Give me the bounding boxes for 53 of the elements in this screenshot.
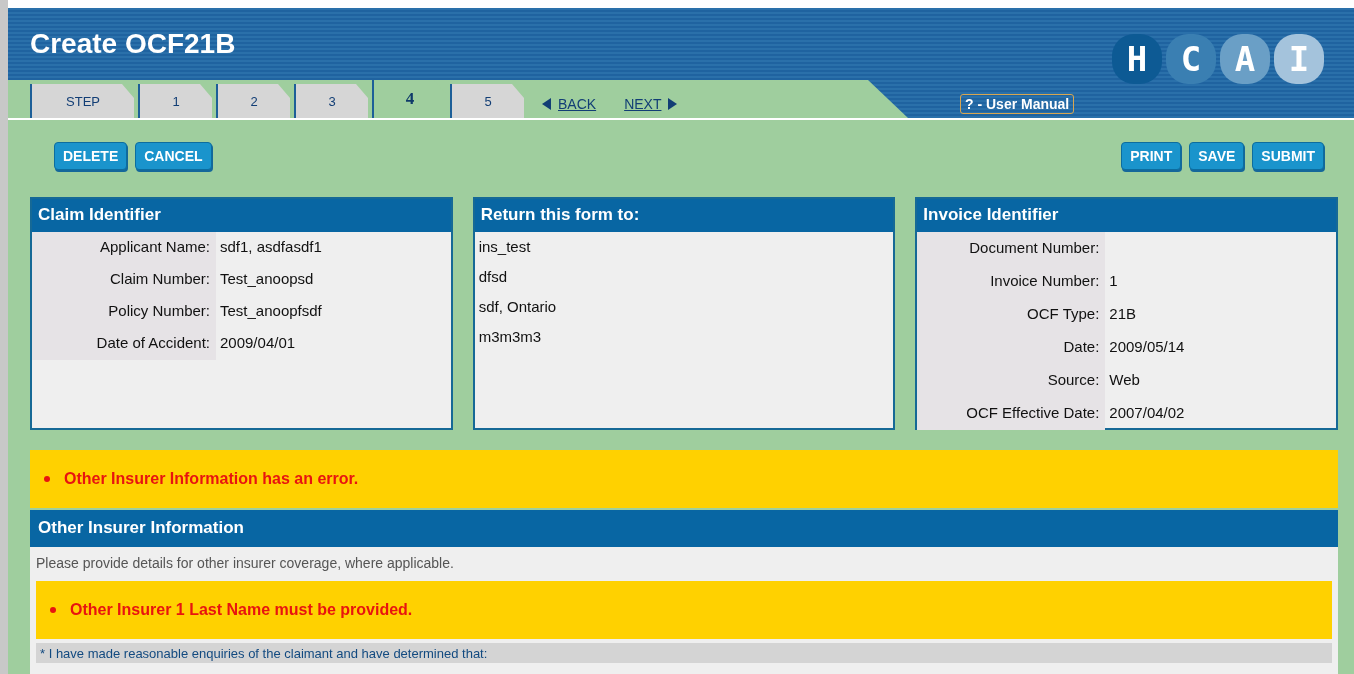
action-button[interactable]: PRINT [1121, 142, 1182, 170]
left-triangle-icon [542, 98, 552, 110]
error-message: Other Insurer Information has an error. [64, 470, 359, 488]
field-label: Policy Number: [32, 296, 216, 328]
error-message: Other Insurer 1 Last Name must be provided. [70, 601, 413, 619]
field-value: 2007/04/02 [1108, 403, 1186, 423]
address-line: sdf, Ontario [478, 297, 558, 317]
address-line: dfsd [478, 267, 509, 287]
field-label: OCF Effective Date: [917, 397, 1106, 430]
next-link[interactable]: NEXT [624, 96, 678, 112]
field-label: OCF Type: [917, 298, 1106, 331]
action-button[interactable]: DELETE [54, 142, 128, 170]
field-label: Applicant Name: [32, 232, 216, 264]
panel-header: Claim Identifier [32, 199, 451, 232]
panel-header: Return this form to: [474, 199, 894, 232]
action-button[interactable]: SAVE [1189, 142, 1245, 170]
logo-letter: A [1220, 34, 1270, 84]
right-triangle-icon [667, 98, 678, 110]
bullet-icon [50, 607, 56, 613]
page-title: Create OCF21B [30, 28, 236, 60]
field-value: 2009/04/01 [219, 333, 297, 353]
step-tab[interactable]: 1 [138, 84, 212, 118]
step-tab[interactable]: 3 [294, 84, 368, 118]
logo-letter: C [1166, 34, 1216, 84]
field-value: Test_anoopsd [219, 269, 315, 289]
action-button[interactable]: CANCEL [135, 142, 212, 170]
field-value: sdf1, asdfasdf1 [219, 237, 323, 257]
field-label: Date: [917, 331, 1106, 364]
step-tab[interactable]: STEP [30, 84, 134, 118]
field-value: Web [1108, 370, 1141, 390]
step-tab[interactable]: 5 [450, 84, 524, 118]
field-label: Document Number: [917, 232, 1106, 265]
field-value: 1 [1108, 271, 1119, 291]
field-value: 21B [1108, 304, 1138, 324]
address-line: m3m3m3 [478, 327, 543, 347]
back-link[interactable]: BACK [542, 96, 597, 112]
panel-header: Invoice Identifier [917, 199, 1336, 232]
field-value: 2009/05/14 [1108, 337, 1186, 357]
field-label: Claim Number: [32, 264, 216, 296]
statement-text: * I have made reasonable enquiries of the claimant and have determined that: [40, 646, 488, 661]
step-tab[interactable]: 2 [216, 84, 290, 118]
address-line: ins_test [478, 237, 532, 257]
section-header: Other Insurer Information [30, 510, 1338, 547]
logo-letter: I [1274, 34, 1324, 84]
field-label: Invoice Number: [917, 265, 1106, 298]
bullet-icon [44, 476, 50, 482]
logo-letter: H [1112, 34, 1162, 84]
field-value: Test_anoopfsdf [219, 301, 323, 321]
section-intro: Please provide details for other insurer coverage, where applicable. [35, 554, 455, 573]
action-button[interactable]: SUBMIT [1252, 142, 1324, 170]
user-manual-link[interactable]: ? - User Manual [960, 94, 1075, 114]
field-label: Source: [917, 364, 1106, 397]
field-label: Date of Accident: [32, 328, 216, 360]
